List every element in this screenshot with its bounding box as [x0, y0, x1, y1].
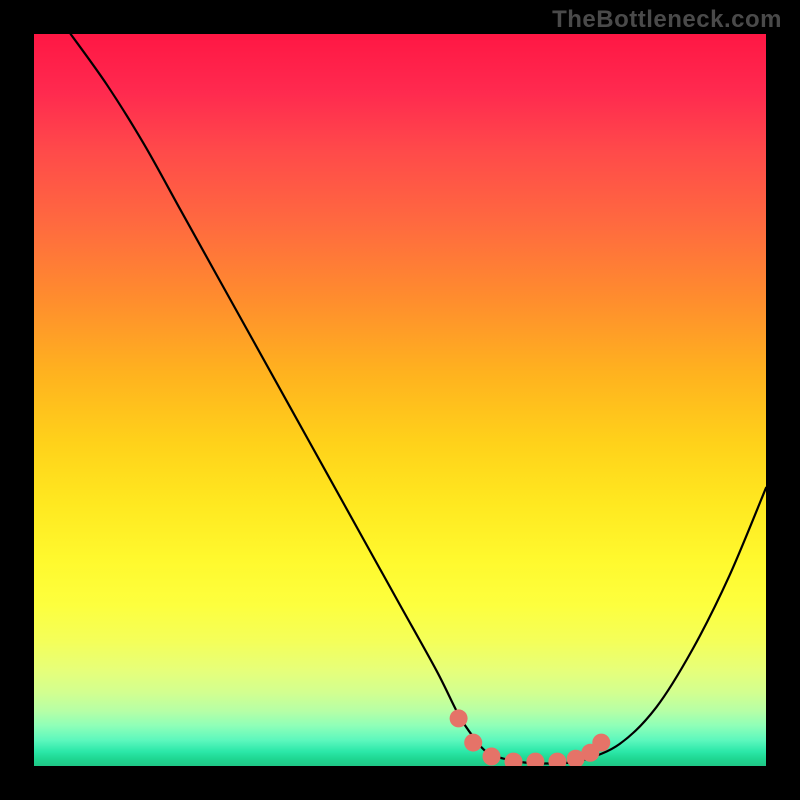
highlight-dot — [526, 753, 544, 766]
bottleneck-curve — [71, 34, 766, 763]
highlight-dot — [450, 709, 468, 727]
highlight-dots — [450, 709, 611, 766]
watermark-text: TheBottleneck.com — [552, 6, 782, 34]
highlight-dot — [483, 748, 501, 766]
highlight-dot — [592, 734, 610, 752]
chart-frame: TheBottleneck.com — [0, 0, 800, 800]
plot-area — [34, 34, 766, 766]
highlight-dot — [464, 734, 482, 752]
curve-layer — [34, 34, 766, 766]
highlight-dot — [548, 753, 566, 766]
highlight-dot — [505, 753, 523, 766]
